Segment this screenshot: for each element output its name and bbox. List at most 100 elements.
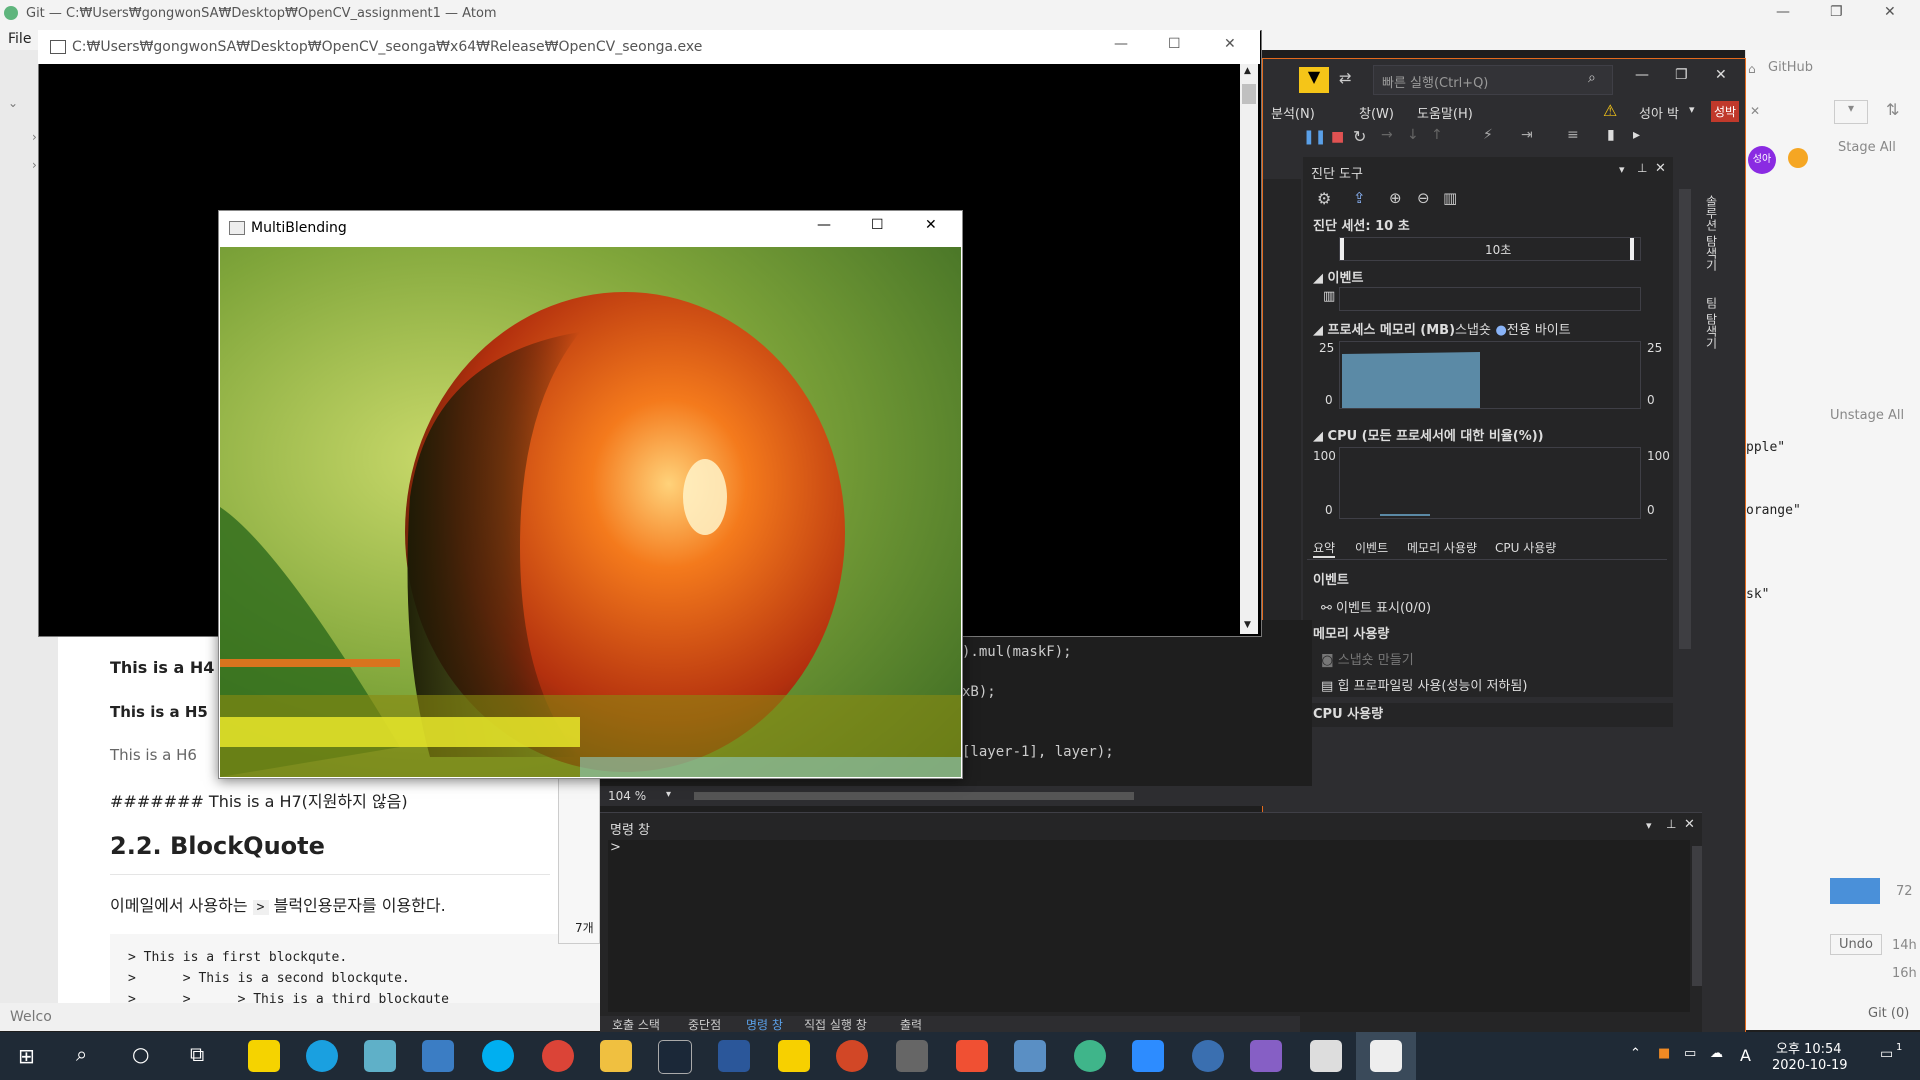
git-icon[interactable] xyxy=(956,1040,988,1072)
multiblending-task-icon[interactable] xyxy=(1370,1040,1402,1072)
menu-window[interactable]: 창(W) xyxy=(1359,103,1394,122)
menu-help[interactable]: 도움말(H) xyxy=(1417,103,1473,122)
powerpoint-icon[interactable] xyxy=(836,1040,868,1072)
quick-launch-input[interactable]: 빠른 실행(Ctrl+Q) ⌕ xyxy=(1373,65,1613,95)
github-tab[interactable]: GitHub xyxy=(1768,60,1813,75)
cloud-icon[interactable]: ☁ xyxy=(1710,1046,1723,1061)
steam-icon[interactable] xyxy=(658,1040,692,1074)
diag-scrollbar[interactable] xyxy=(1679,189,1691,649)
pause-icon[interactable]: ❚❚ xyxy=(1303,129,1326,145)
chevron-down-icon[interactable]: ▾ xyxy=(1619,163,1625,176)
close-icon[interactable]: ✕ xyxy=(1655,161,1666,176)
opencv-console-icon[interactable] xyxy=(1310,1040,1342,1072)
user-name[interactable]: 성아 박 xyxy=(1639,103,1679,122)
file-explorer-icon[interactable] xyxy=(600,1040,632,1072)
mb-close-icon[interactable]: ✕ xyxy=(925,217,937,233)
indent-icon[interactable]: ⇥ xyxy=(1521,127,1533,143)
remote-desktop-icon[interactable] xyxy=(1014,1040,1046,1072)
zoom-in-icon[interactable]: ⊕ xyxy=(1389,189,1402,207)
chevron-down-icon[interactable]: ▾ xyxy=(1834,100,1868,124)
pin-icon[interactable]: ⊥ xyxy=(1637,161,1647,175)
command-scrollbar[interactable] xyxy=(1692,846,1702,986)
step-out-icon[interactable]: ↑ xyxy=(1431,127,1443,143)
welcome-tab[interactable]: Welco xyxy=(10,1009,52,1025)
console-scrollbar[interactable]: ▲ ▼ xyxy=(1240,64,1258,634)
avatar[interactable]: 성아 xyxy=(1748,146,1776,174)
browser-icon[interactable] xyxy=(1192,1040,1224,1072)
search-icon[interactable]: ⌕ xyxy=(76,1042,87,1066)
stop-icon[interactable]: ■ xyxy=(1331,129,1344,145)
timeline-start-handle[interactable] xyxy=(1340,238,1344,260)
store-icon[interactable] xyxy=(422,1040,454,1072)
commit-bar[interactable] xyxy=(1830,878,1880,904)
stage-all-button[interactable]: Stage All xyxy=(1838,140,1896,155)
tab-events[interactable]: 이벤트 xyxy=(1355,539,1388,556)
chart-icon[interactable]: ▥ xyxy=(1443,189,1457,207)
warning-icon[interactable]: ⚠ xyxy=(1603,101,1617,120)
menu-analyze[interactable]: 분석(N) xyxy=(1271,103,1315,122)
vs-maximize-icon[interactable]: ❐ xyxy=(1675,67,1688,83)
mb-maximize-icon[interactable]: ☐ xyxy=(871,217,884,233)
tab-summary[interactable]: 요약 xyxy=(1313,539,1336,558)
windows-start-icon[interactable]: ⊞ xyxy=(18,1044,35,1068)
vs-minimize-icon[interactable]: — xyxy=(1635,67,1649,83)
tray-app-icon[interactable]: ■ xyxy=(1658,1046,1670,1061)
command-input-area[interactable]: > xyxy=(608,840,1702,1012)
step-into-icon[interactable]: ↓ xyxy=(1407,127,1419,143)
feedback-icon[interactable]: ▼ xyxy=(1299,67,1329,93)
console-close-icon[interactable]: ✕ xyxy=(1224,36,1236,52)
chevron-right-icon[interactable]: › xyxy=(32,158,37,172)
tab-immediate[interactable]: 직접 실행 창 xyxy=(804,1016,867,1032)
scroll-down-icon[interactable]: ▼ xyxy=(1244,620,1251,630)
unstage-all-button[interactable]: Unstage All xyxy=(1830,408,1904,423)
branch-icon[interactable]: ⇅ xyxy=(1886,100,1899,119)
solution-explorer-tab[interactable]: 솔루션 탐색기 xyxy=(1703,195,1720,271)
cortana-icon[interactable]: ○ xyxy=(132,1042,149,1066)
diagnostics-icon[interactable]: ⚡ xyxy=(1483,127,1493,143)
atom-maximize-icon[interactable]: ❐ xyxy=(1830,4,1843,20)
visual-studio-icon[interactable] xyxy=(1250,1040,1282,1072)
user-badge[interactable]: 성박 xyxy=(1711,101,1740,122)
chevron-down-icon[interactable]: ▾ xyxy=(666,789,671,800)
edge-icon[interactable] xyxy=(306,1040,338,1072)
show-events-link[interactable]: ⚯ 이벤트 표시(0/0) xyxy=(1321,597,1431,616)
notification-icon[interactable] xyxy=(1788,148,1808,168)
zoom-icon[interactable] xyxy=(1132,1040,1164,1072)
clock-date[interactable]: 2020-10-19 xyxy=(1772,1058,1848,1073)
restart-icon[interactable]: ↻ xyxy=(1353,127,1366,146)
battery-icon[interactable]: ▭ xyxy=(1684,1046,1696,1061)
atom-icon[interactable] xyxy=(1074,1040,1106,1072)
close-icon[interactable]: ✕ xyxy=(1750,104,1760,118)
notification-center-icon[interactable]: ▭ xyxy=(1880,1046,1893,1062)
zoom-level[interactable]: 104 % xyxy=(608,789,646,803)
settings-icon[interactable]: ⚙ xyxy=(1317,189,1331,208)
console-minimize-icon[interactable]: — xyxy=(1114,36,1128,52)
sticky-notes-icon[interactable] xyxy=(778,1040,810,1072)
heap-profiling-button[interactable]: ▤ 힙 프로파일링 사용(성능이 저하됨) xyxy=(1321,675,1527,694)
mb-minimize-icon[interactable]: — xyxy=(817,217,831,233)
horizontal-scrollbar[interactable] xyxy=(694,792,1134,800)
kakaotalk-icon[interactable] xyxy=(248,1040,280,1072)
undo-button[interactable]: Undo xyxy=(1830,934,1882,955)
take-snapshot-button[interactable]: ◙ 스냅숏 만들기 xyxy=(1321,649,1414,668)
tab-cpu[interactable]: CPU 사용량 xyxy=(1495,539,1556,556)
tab-command[interactable]: 명령 창 xyxy=(746,1016,783,1032)
atom-close-icon[interactable]: ✕ xyxy=(1884,4,1896,20)
active-task[interactable] xyxy=(1356,1032,1416,1080)
scroll-up-icon[interactable]: ▲ xyxy=(1244,66,1251,76)
git-status[interactable]: Git (0) xyxy=(1868,1006,1909,1021)
ime-indicator[interactable]: A xyxy=(1740,1046,1751,1065)
tray-chevron-icon[interactable]: ⌃ xyxy=(1630,1046,1641,1061)
live-share-icon[interactable]: ⇄ xyxy=(1339,69,1352,87)
bookmark-icon[interactable]: ▮ xyxy=(1607,127,1615,143)
timeline-ruler[interactable]: 10초 xyxy=(1339,237,1641,261)
tab-memory[interactable]: 메모리 사용량 xyxy=(1407,539,1477,556)
tab-output[interactable]: 출력 xyxy=(900,1016,922,1032)
console-maximize-icon[interactable]: ☐ xyxy=(1168,36,1181,52)
atom-minimize-icon[interactable]: — xyxy=(1776,4,1790,20)
clock-time[interactable]: 오후 10:54 xyxy=(1776,1038,1842,1057)
step-over-icon[interactable]: → xyxy=(1381,127,1393,143)
chevron-down-icon[interactable]: ▾ xyxy=(1646,819,1652,832)
chevron-down-icon[interactable]: ⌄ xyxy=(8,96,18,110)
chevron-down-icon[interactable]: ▾ xyxy=(1689,103,1695,116)
